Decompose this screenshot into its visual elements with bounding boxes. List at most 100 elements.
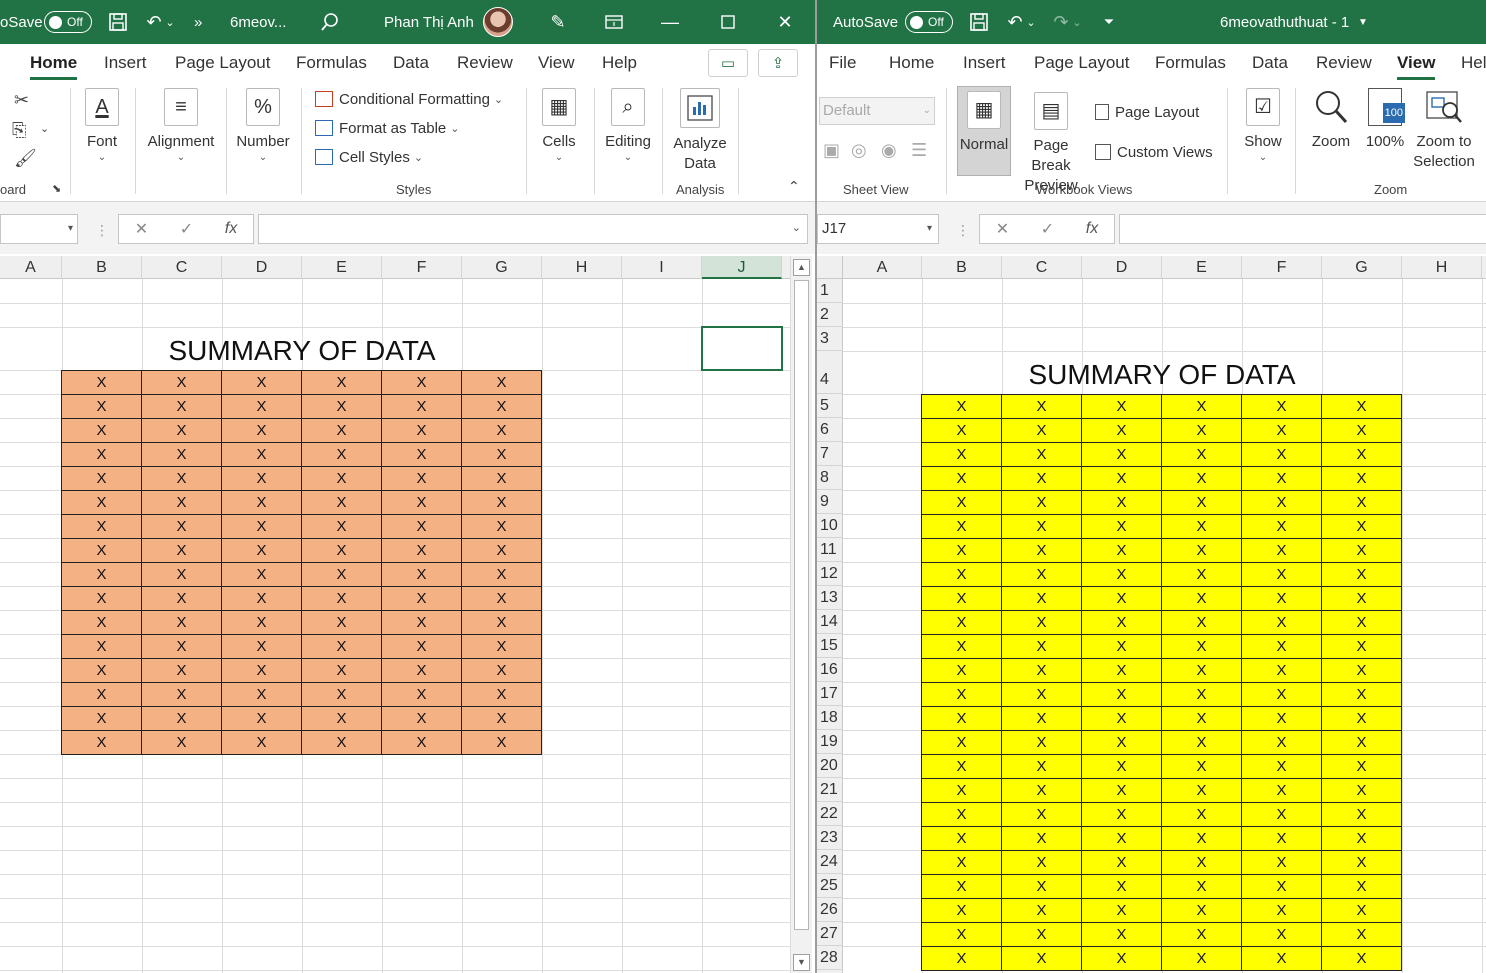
column-header-a[interactable]: A	[843, 256, 922, 279]
table-cell[interactable]: X	[1242, 803, 1322, 827]
table-cell[interactable]: X	[222, 563, 302, 587]
table-cell[interactable]: X	[1162, 395, 1242, 419]
table-cell[interactable]: X	[1162, 539, 1242, 563]
tab-review[interactable]: Review	[457, 44, 513, 82]
table-cell[interactable]: X	[1242, 827, 1322, 851]
table-cell[interactable]: X	[62, 659, 142, 683]
table-cell[interactable]: X	[1242, 707, 1322, 731]
table-cell[interactable]: X	[1322, 899, 1402, 923]
dialog-launcher-icon[interactable]: ⬊	[52, 182, 61, 195]
table-cell[interactable]: X	[1082, 491, 1162, 515]
table-cell[interactable]: X	[1242, 467, 1322, 491]
column-header-b[interactable]: B	[922, 256, 1002, 279]
alignment-button[interactable]: ≡ Alignment ⌄	[143, 88, 219, 164]
table-cell[interactable]: X	[1162, 851, 1242, 875]
table-cell[interactable]: X	[382, 563, 462, 587]
scroll-thumb[interactable]	[794, 280, 809, 930]
table-cell[interactable]: X	[142, 467, 222, 491]
table-cell[interactable]: X	[1162, 947, 1242, 971]
table-cell[interactable]: X	[462, 467, 542, 491]
table-cell[interactable]: X	[1242, 779, 1322, 803]
tab-insert[interactable]: Insert	[104, 44, 147, 82]
table-cell[interactable]: X	[1002, 395, 1082, 419]
table-cell[interactable]: X	[1162, 611, 1242, 635]
table-cell[interactable]: X	[302, 395, 382, 419]
name-box[interactable]: ▾	[0, 214, 78, 244]
format-as-table-button[interactable]: Format as Table ⌄	[315, 117, 460, 139]
table-cell[interactable]: X	[462, 707, 542, 731]
column-header-g[interactable]: G	[462, 256, 542, 279]
table-cell[interactable]: X	[922, 419, 1002, 443]
column-header-g[interactable]: G	[1322, 256, 1402, 279]
table-cell[interactable]: X	[62, 467, 142, 491]
table-cell[interactable]: X	[382, 371, 462, 395]
table-cell[interactable]: X	[922, 539, 1002, 563]
table-cell[interactable]: X	[1002, 827, 1082, 851]
table-cell[interactable]: X	[302, 419, 382, 443]
table-cell[interactable]: X	[382, 467, 462, 491]
user-avatar[interactable]	[483, 7, 513, 37]
zoom-100-button[interactable]: 100 100%	[1360, 88, 1410, 152]
table-cell[interactable]: X	[922, 899, 1002, 923]
table-cell[interactable]: X	[1082, 683, 1162, 707]
table-cell[interactable]: X	[382, 395, 462, 419]
table-cell[interactable]: X	[462, 443, 542, 467]
table-cell[interactable]: X	[1322, 923, 1402, 947]
table-cell[interactable]: X	[142, 443, 222, 467]
copy-icon[interactable]: ⎘	[12, 120, 26, 141]
table-cell[interactable]: X	[1322, 563, 1402, 587]
table-cell[interactable]: X	[462, 491, 542, 515]
table-cell[interactable]: X	[1002, 635, 1082, 659]
table-cell[interactable]: X	[302, 443, 382, 467]
file-name[interactable]: 6meovathuthuat - 1	[1220, 0, 1349, 44]
table-cell[interactable]: X	[1242, 659, 1322, 683]
table-cell[interactable]: X	[1162, 659, 1242, 683]
table-cell[interactable]: X	[1242, 923, 1322, 947]
table-cell[interactable]: X	[1082, 395, 1162, 419]
table-cell[interactable]: X	[302, 635, 382, 659]
table-cell[interactable]: X	[1322, 827, 1402, 851]
table-cell[interactable]: X	[62, 611, 142, 635]
undo-dropdown-icon[interactable]: ⌄	[160, 0, 180, 44]
table-cell[interactable]: X	[462, 587, 542, 611]
collapse-ribbon-icon[interactable]: ⌃	[788, 178, 800, 195]
table-cell[interactable]: X	[222, 659, 302, 683]
table-cell[interactable]: X	[922, 515, 1002, 539]
table-cell[interactable]: X	[1162, 827, 1242, 851]
cut-icon[interactable]: ✂	[14, 90, 29, 111]
table-cell[interactable]: X	[222, 683, 302, 707]
table-cell[interactable]: X	[62, 515, 142, 539]
table-cell[interactable]: X	[1242, 563, 1322, 587]
row-header-18[interactable]: 18	[817, 706, 843, 730]
table-cell[interactable]: X	[1242, 491, 1322, 515]
table-cell[interactable]: X	[382, 707, 462, 731]
table-cell[interactable]: X	[1162, 683, 1242, 707]
table-cell[interactable]: X	[922, 875, 1002, 899]
table-cell[interactable]: X	[922, 563, 1002, 587]
table-cell[interactable]: X	[1322, 467, 1402, 491]
active-cell-selection[interactable]	[701, 326, 783, 371]
close-icon[interactable]: ✕	[767, 0, 803, 44]
table-cell[interactable]: X	[1082, 755, 1162, 779]
table-cell[interactable]: X	[1002, 851, 1082, 875]
row-header-19[interactable]: 19	[817, 730, 843, 754]
table-cell[interactable]: X	[222, 395, 302, 419]
table-cell[interactable]: X	[222, 707, 302, 731]
table-cell[interactable]: X	[382, 443, 462, 467]
table-cell[interactable]: X	[1082, 803, 1162, 827]
table-cell[interactable]: X	[1162, 755, 1242, 779]
table-cell[interactable]: X	[1082, 875, 1162, 899]
table-cell[interactable]: X	[1322, 659, 1402, 683]
options-icon[interactable]: ☰	[911, 140, 927, 161]
tab-review[interactable]: Review	[1316, 44, 1372, 82]
table-cell[interactable]: X	[1242, 683, 1322, 707]
tab-home[interactable]: Home	[889, 44, 934, 82]
table-cell[interactable]: X	[1322, 803, 1402, 827]
table-cell[interactable]: X	[222, 539, 302, 563]
table-cell[interactable]: X	[142, 707, 222, 731]
table-cell[interactable]: X	[1322, 683, 1402, 707]
table-cell[interactable]: X	[922, 779, 1002, 803]
table-cell[interactable]: X	[1322, 635, 1402, 659]
save-icon[interactable]	[100, 0, 136, 44]
comments-icon[interactable]: ▭	[708, 49, 748, 77]
